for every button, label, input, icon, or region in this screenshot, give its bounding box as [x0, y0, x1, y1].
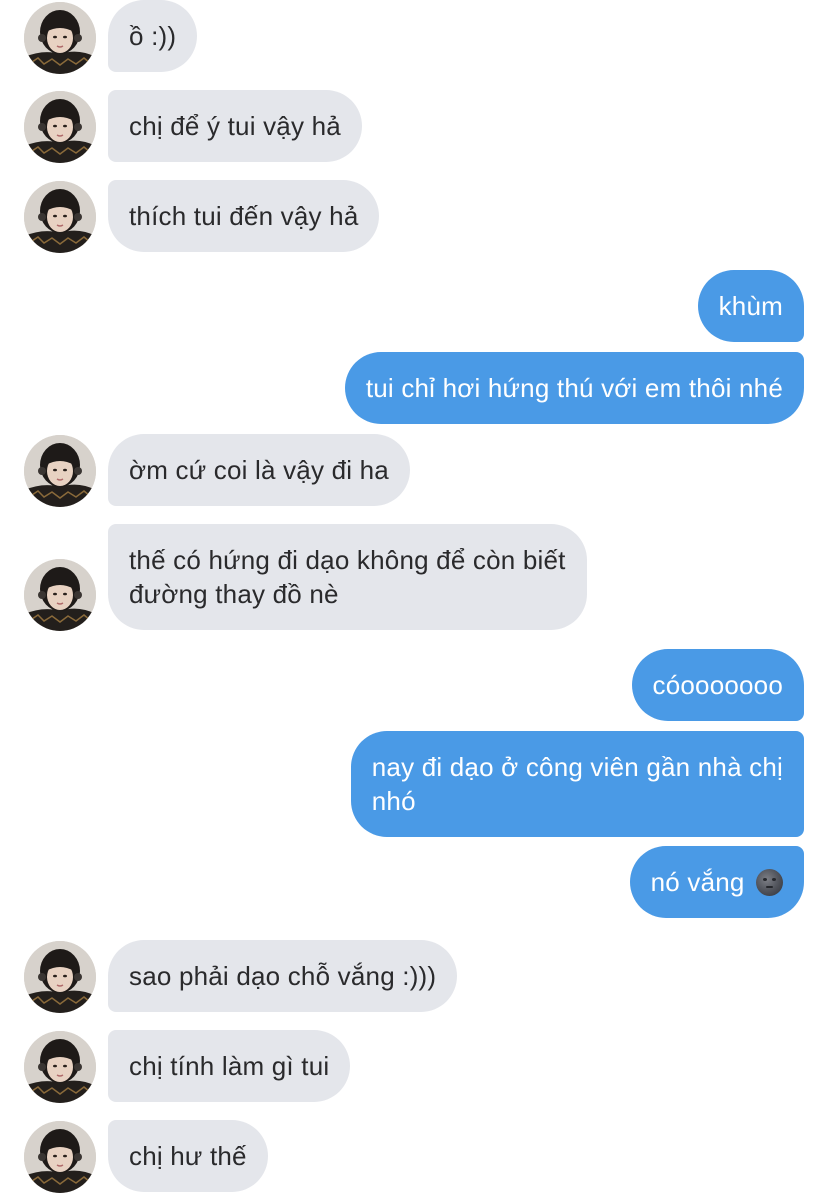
message-text: tui chỉ hơi hứng thú với em thôi nhé [365, 373, 783, 403]
avatar-photo-icon [24, 559, 96, 631]
incoming-message-bubble[interactable]: chị hư thế [108, 1120, 268, 1192]
outgoing-message-bubble[interactable]: tui chỉ hơi hứng thú với em thôi nhé [344, 352, 804, 424]
message-text: chị để ý tui vậy hả [129, 111, 341, 141]
avatar-photo-icon [24, 941, 96, 1013]
avatar[interactable] [24, 941, 96, 1013]
message-text: chị tính làm gì tui [129, 1051, 330, 1081]
avatar-photo-icon [24, 1031, 96, 1103]
avatar[interactable] [24, 559, 96, 631]
incoming-message-bubble[interactable]: chị tính làm gì tui [108, 1030, 351, 1102]
avatar[interactable] [24, 1121, 96, 1193]
outgoing-message-bubble[interactable]: cóooooooo [631, 649, 804, 721]
message-text-line: nhó [371, 786, 416, 816]
incoming-message-bubble[interactable]: chị để ý tui vậy hả [108, 90, 362, 162]
avatar[interactable] [24, 2, 96, 74]
avatar-photo-icon [24, 435, 96, 507]
avatar[interactable] [24, 435, 96, 507]
message-text: sao phải dạo chỗ vắng :))) [129, 961, 437, 991]
message-text: nó vắng [650, 867, 745, 897]
incoming-message-bubble[interactable]: ờm cứ coi là vậy đi ha [108, 434, 410, 506]
message-text: thích tui đến vậy hả [129, 201, 359, 231]
message-text: khùm [718, 291, 783, 321]
new-moon-face-emoji-icon [756, 869, 783, 896]
message-text: ờm cứ coi là vậy đi ha [129, 455, 389, 485]
avatar-photo-icon [24, 181, 96, 253]
avatar-photo-icon [24, 2, 96, 74]
incoming-message-bubble[interactable]: thích tui đến vậy hả [108, 180, 380, 252]
outgoing-message-bubble[interactable]: nay đi dạo ở công viên gần nhà chị nhó [350, 731, 804, 837]
incoming-message-bubble[interactable]: thế có hứng đi dạo không để còn biết đườ… [108, 524, 587, 630]
message-text: cóooooooo [652, 670, 783, 700]
outgoing-message-bubble[interactable]: nó vắng [629, 846, 804, 918]
avatar-photo-icon [24, 1121, 96, 1193]
avatar[interactable] [24, 181, 96, 253]
avatar[interactable] [24, 1031, 96, 1103]
message-text-line: đường thay đồ nè [129, 579, 339, 609]
message-text-line: nay đi dạo ở công viên gần nhà chị [371, 752, 783, 782]
incoming-message-bubble[interactable]: sao phải dạo chỗ vắng :))) [108, 940, 458, 1012]
message-text: chị hư thế [129, 1141, 247, 1171]
avatar-photo-icon [24, 91, 96, 163]
outgoing-message-bubble[interactable]: khùm [697, 270, 804, 342]
message-text-line: thế có hứng đi dạo không để còn biết [129, 545, 566, 575]
message-text: ồ :)) [129, 21, 177, 51]
avatar[interactable] [24, 91, 96, 163]
incoming-message-bubble[interactable]: ồ :)) [108, 0, 198, 72]
